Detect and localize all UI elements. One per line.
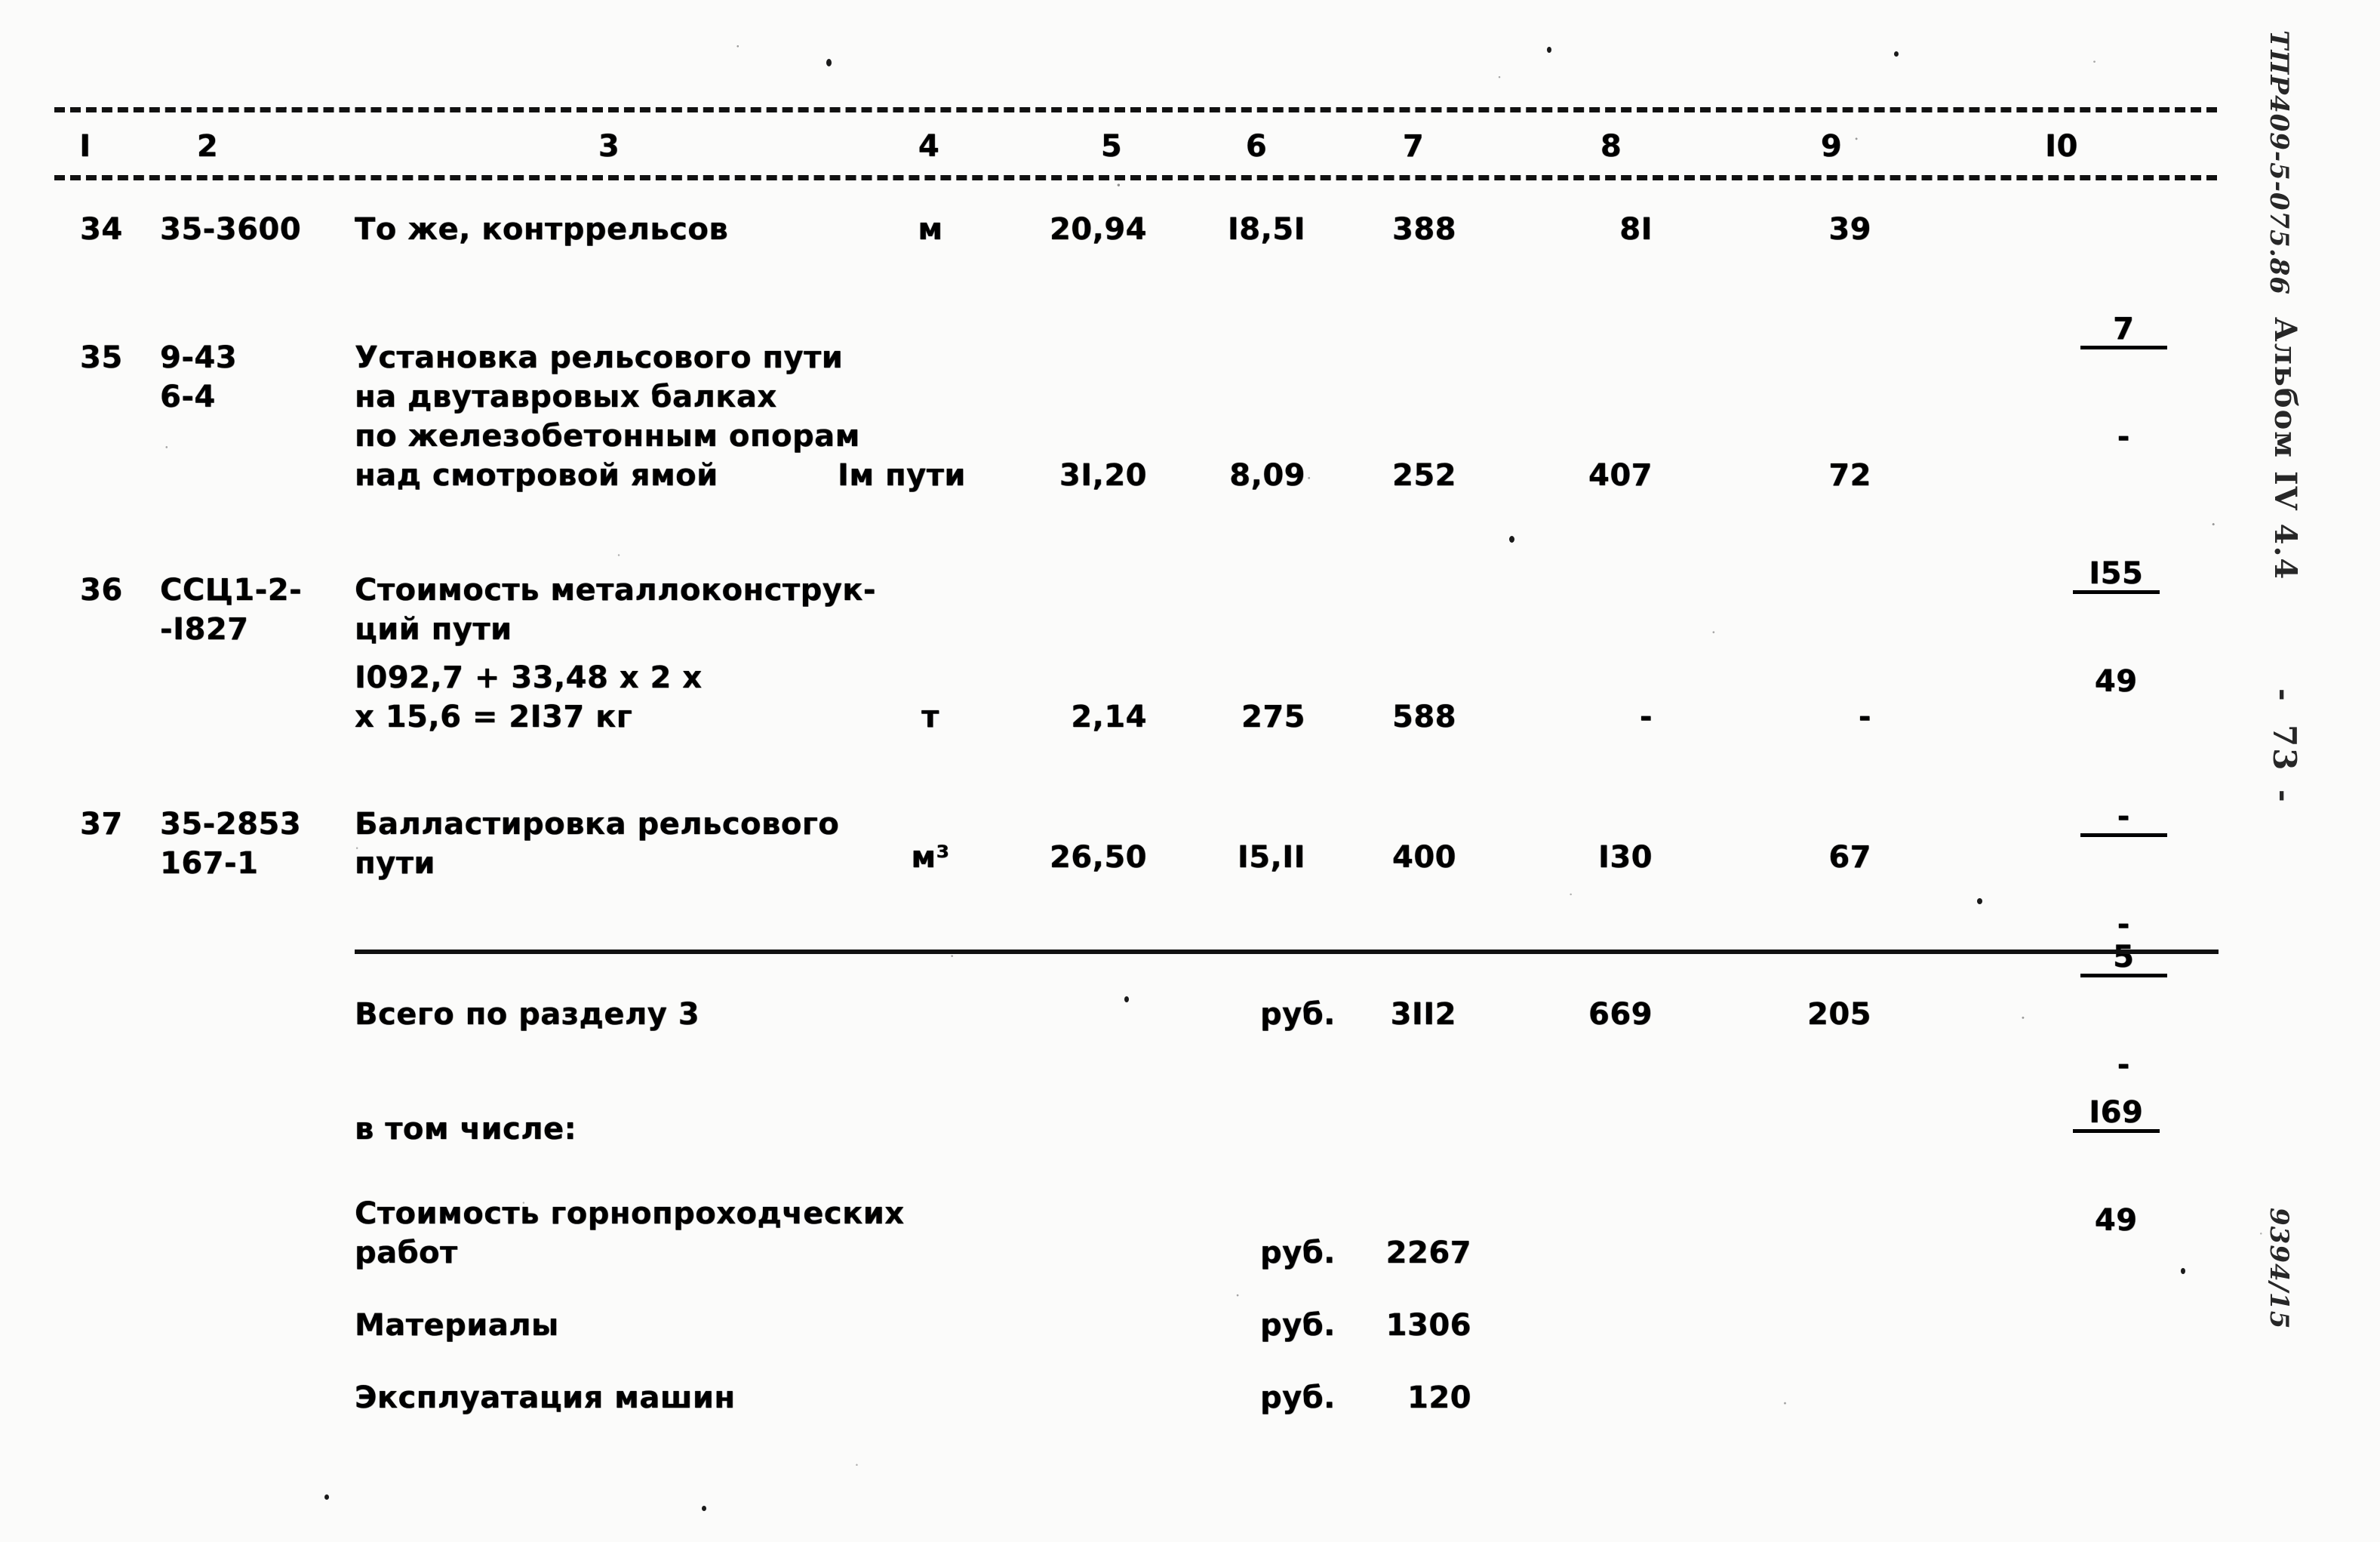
margin-note-dash-left: - [2266,688,2302,701]
row-36-col6: 275 [1241,700,1305,734]
breakdown-item-1-label-2: работ [355,1236,458,1270]
total-row-col7: 3II2 [1390,997,1456,1032]
row-34-col5: 20,94 [1049,212,1147,247]
row-34-col10-numerator: 7 [2080,312,2167,350]
column-header-9: 9 [1820,129,1843,164]
row-36-col10-numerator: - [2080,799,2167,838]
row-34-col7: 388 [1392,212,1456,247]
column-header-7: 7 [1402,129,1425,164]
row-35-number: 35 [80,340,123,375]
row-36-description-1: Стоимость металлоконструк- [355,573,877,608]
document-page: I 2 3 4 5 6 7 8 9 I0 34 35-3600 То же, к… [0,0,2380,1542]
row-35-code-1: 9-43 [160,340,238,375]
column-header-10: I0 [2045,129,2078,164]
breakdown-item-3-unit: руб. [1260,1380,1336,1415]
row-37-description-1: Балластировка рельсового [355,807,840,842]
margin-note-album: Альбом IV 4.4 [2268,317,2303,581]
breakdown-item-3-value: 120 [1407,1380,1471,1415]
row-37-col10-numerator: 5 [2080,940,2167,978]
row-36-code-1: ССЦ1-2- [160,573,303,608]
breakdown-item-2-value: 1306 [1385,1308,1471,1343]
row-37-col5: 26,50 [1049,840,1147,875]
breakdown-item-2-unit: руб. [1260,1308,1336,1343]
total-row-label: Всего по разделу 3 [355,997,700,1032]
margin-note-reference: 9394/15 [2264,1208,2294,1330]
breakdown-item-1-value: 2267 [1385,1236,1471,1270]
column-header-8: 8 [1600,129,1622,164]
row-37-col8: I30 [1597,840,1653,875]
row-35-col7: 252 [1392,458,1456,493]
column-header-5: 5 [1100,129,1123,164]
row-35-description-2: на двутавровых балках [355,380,777,414]
scan-speck [2181,1268,2185,1274]
scan-speck [1124,996,1129,1002]
row-35-unit: Iм пути [838,458,966,493]
row-35-description-3: по железобетонным опорам [355,419,860,454]
row-35-description-4: над смотровой ямой [355,458,718,493]
total-row-col10-numerator: I69 [2072,1095,2160,1134]
row-37-unit: м³ [911,840,950,875]
breakdown-item-2-label-1: Материалы [355,1308,559,1343]
breakdown-item-1-label-1: Стоимость горнопроходческих [355,1196,905,1231]
table-header-dashed-rule [54,175,2217,180]
table-top-dashed-rule [54,107,2217,112]
scan-speck [1977,898,1982,904]
scan-speck [1547,47,1551,53]
column-header-4: 4 [918,129,940,164]
row-36-col8: - [1639,700,1653,734]
total-row-col10: I69 49 [2007,989,2160,1347]
total-row-unit: руб. [1260,997,1336,1032]
total-row-col9: 205 [1807,997,1871,1032]
row-35-col5: 3I,20 [1059,458,1147,493]
row-34-code-1: 35-3600 [160,212,302,247]
total-row-col8: 669 [1588,997,1653,1032]
row-35-col6: 8,09 [1229,458,1305,493]
margin-note-stamp: ТПР409-5-075.86 [2264,30,2294,295]
margin-note-dash-right: - [2266,789,2302,802]
row-35-col9: 72 [1828,458,1871,493]
scan-speck [1894,51,1899,57]
breakdown-item-1-unit: руб. [1260,1236,1336,1270]
margin-note-page-number: 73 [2266,725,2303,772]
row-34-description-1: То же, контррельсов [355,212,729,247]
row-36-unit: т [921,700,939,734]
row-34-col10-denominator: - [2117,419,2130,454]
row-35-description-1: Установка рельсового пути [355,340,844,375]
column-header-3: 3 [598,129,620,164]
row-36-col9: - [1858,700,1871,734]
row-36-description-2: ций пути [355,612,512,647]
row-35-col8: 407 [1588,458,1653,493]
row-37-col7: 400 [1392,840,1456,875]
column-header-2: 2 [196,129,219,164]
row-34-col8: 8I [1619,212,1653,247]
scan-speck [702,1506,706,1511]
row-37-code-1: 35-2853 [160,807,302,842]
row-34-col9: 39 [1828,212,1871,247]
breakdown-item-3-label-1: Эксплуатация машин [355,1380,736,1415]
row-35-code-2: 6-4 [160,380,216,414]
row-36-col5: 2,14 [1071,700,1147,734]
totals-separator-rule [355,950,2219,954]
scan-speck [826,59,832,66]
row-36-formula-2: x 15,6 = 2I37 кг [355,700,633,734]
column-header-6: 6 [1245,129,1268,164]
row-36-code-2: -I827 [160,612,249,647]
row-37-col9: 67 [1828,840,1871,875]
row-35-col10-numerator: I55 [2072,556,2160,595]
column-header-1: I [79,129,91,164]
row-37-col6: I5,II [1237,840,1305,875]
total-row-col10-denominator: 49 [2094,1202,2138,1238]
row-37-description-2: пути [355,846,435,881]
row-34-col6: I8,5I [1227,212,1305,247]
row-34-unit: м [918,212,943,247]
row-37-code-2: 167-1 [160,846,259,881]
scan-speck [324,1494,329,1500]
row-36-number: 36 [80,573,123,608]
row-37-number: 37 [80,807,123,842]
row-34-number: 34 [80,212,123,247]
breakdown-title: в том числе: [355,1112,577,1146]
row-36-col7: 588 [1392,700,1456,734]
row-36-formula-1: I092,7 + 33,48 x 2 x [355,660,703,695]
scan-speck [1509,536,1514,543]
